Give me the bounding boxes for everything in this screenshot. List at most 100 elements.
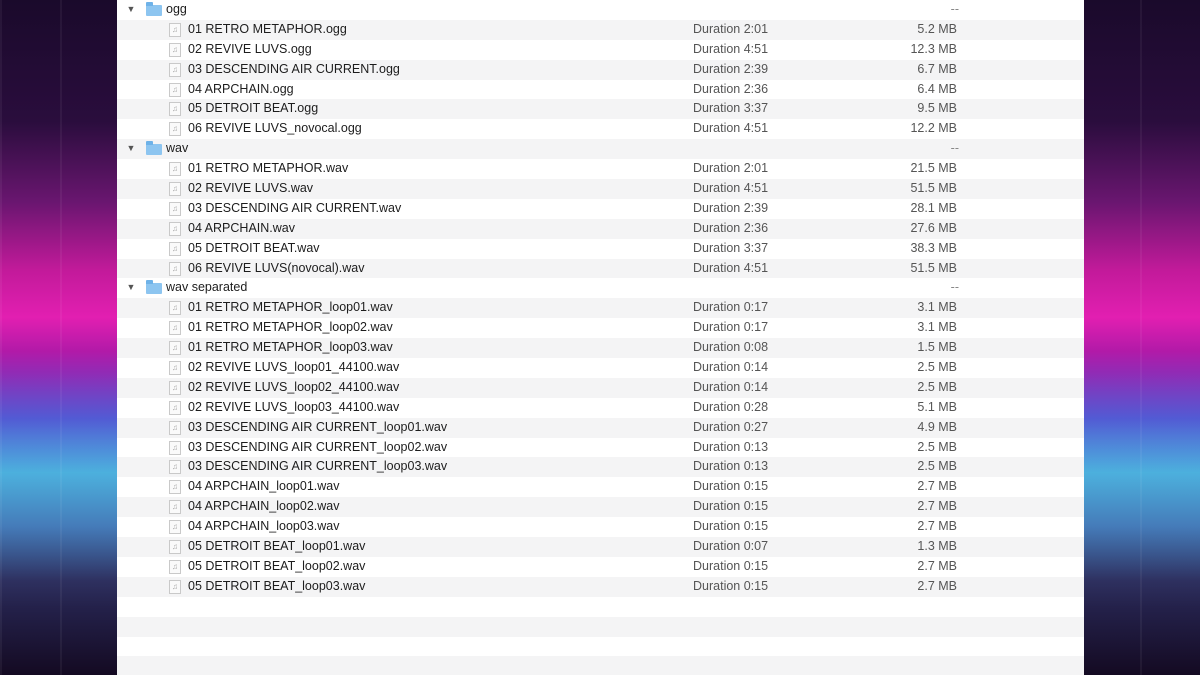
file-name: 02 REVIVE LUVS_loop01_44100.wav (188, 360, 400, 375)
file-row[interactable]: ♫ 03 DESCENDING AIR CURRENT_loop02.wav Dur… (117, 438, 1084, 458)
file-size: 27.6 MB (910, 220, 957, 235)
file-row[interactable]: ♫ 03 DESCENDING AIR CURRENT_loop01.wav Dur… (117, 417, 1084, 438)
disclosure-triangle-icon[interactable]: ▼ (126, 139, 136, 159)
file-size: 2.5 MB (917, 459, 957, 474)
file-row[interactable]: ♫ 05 DETROIT BEAT.wav Duration 3:37 38.3 MB (117, 239, 1084, 259)
audio-file-icon: ♫ (169, 520, 181, 535)
file-name: 04 ARPCHAIN_loop02.wav (188, 499, 340, 514)
file-size: 2.7 MB (917, 499, 957, 514)
file-row[interactable]: ♫ 06 REVIVE LUVS(novocal).wav Duration 4:5… (117, 258, 1084, 279)
file-duration: Duration 4:51 (693, 260, 769, 275)
file-name: 03 DESCENDING AIR CURRENT.ogg (188, 61, 400, 76)
file-size: 51.5 MB (910, 260, 957, 275)
audio-file-icon: ♫ (169, 380, 181, 395)
file-row[interactable]: ♫ 04 ARPCHAIN.wav Duration 2:36 27.6 MB (117, 218, 1084, 239)
file-row[interactable]: ♫ 01 RETRO METAPHOR_loop02.wav Duration 0:… (117, 318, 1084, 338)
file-duration: Duration 0:15 (693, 479, 769, 494)
file-size: 2.7 MB (917, 558, 957, 573)
file-name: 02 REVIVE LUVS.wav (188, 181, 314, 196)
file-row[interactable]: ♫ 04 ARPCHAIN_loop01.wav Duration 0:15 2.7 … (117, 477, 1084, 497)
file-name: 01 RETRO METAPHOR.wav (188, 161, 349, 176)
file-name: 01 RETRO METAPHOR_loop02.wav (188, 320, 393, 335)
file-size: 21.5 MB (910, 161, 957, 176)
file-name: 05 DETROIT BEAT_loop02.wav (188, 558, 366, 573)
file-row[interactable]: ♫ 02 REVIVE LUVS_loop03_44100.wav Duration… (117, 398, 1084, 418)
folder-name: wav separated (166, 280, 248, 295)
file-row[interactable]: ♫ 03 DESCENDING AIR CURRENT.ogg Duration 2… (117, 59, 1084, 80)
file-name: 03 DESCENDING AIR CURRENT_loop01.wav (188, 419, 448, 434)
folder-row[interactable]: ▼ wav separated -- (117, 278, 1084, 298)
folder-size: -- (950, 2, 959, 16)
file-row[interactable]: ♫ 05 DETROIT BEAT.ogg Duration 3:37 9.5 MB (117, 99, 1084, 120)
audio-file-icon: ♫ (169, 82, 181, 97)
file-duration: Duration 0:28 (693, 399, 769, 414)
file-row[interactable]: ♫ 04 ARPCHAIN_loop02.wav Duration 0:15 2.7 … (117, 497, 1084, 518)
file-row[interactable]: ♫ 01 RETRO METAPHOR_loop03.wav Duration 0:… (117, 338, 1084, 359)
file-row[interactable]: ♫ 03 DESCENDING AIR CURRENT_loop03.wav Dur… (117, 457, 1084, 478)
file-size: 1.5 MB (917, 340, 957, 355)
empty-row (117, 637, 1084, 657)
file-name: 04 ARPCHAIN_loop01.wav (188, 479, 340, 494)
file-name: 03 DESCENDING AIR CURRENT.wav (188, 200, 402, 215)
file-row[interactable]: ♫ 02 REVIVE LUVS.wav Duration 4:51 51.5 MB (117, 179, 1084, 199)
audio-file-icon: ♫ (169, 420, 181, 435)
file-name: 06 REVIVE LUVS_novocal.ogg (188, 121, 362, 136)
file-duration: Duration 0:08 (693, 340, 769, 355)
audio-file-icon: ♫ (169, 42, 181, 57)
disclosure-triangle-icon[interactable]: ▼ (126, 278, 136, 298)
file-size: 2.7 MB (917, 578, 957, 593)
folder-icon (146, 141, 162, 156)
folder-name: ogg (166, 2, 187, 16)
file-size: 3.1 MB (917, 320, 957, 335)
audio-file-icon: ♫ (169, 361, 181, 376)
audio-file-icon: ♫ (169, 201, 181, 216)
audio-file-icon: ♫ (169, 221, 181, 236)
file-size: 5.1 MB (917, 399, 957, 414)
file-name: 06 REVIVE LUVS(novocal).wav (188, 260, 365, 275)
audio-file-icon: ♫ (169, 261, 181, 276)
file-row[interactable]: ♫ 01 RETRO METAPHOR.ogg Duration 2:01 5.2 M… (117, 19, 1084, 40)
file-row[interactable]: ♫ 04 ARPCHAIN_loop03.wav Duration 0:15 2.7 … (117, 517, 1084, 537)
file-row[interactable]: ♫ 03 DESCENDING AIR CURRENT.wav Duration 2… (117, 199, 1084, 219)
folder-row[interactable]: ▼ wav -- (117, 139, 1084, 160)
file-row[interactable]: ♫ 02 REVIVE LUVS_loop02_44100.wav Duration… (117, 377, 1084, 398)
file-row[interactable]: ♫ 02 REVIVE LUVS.ogg Duration 4:51 12.3 MB (117, 40, 1084, 60)
file-row[interactable]: ♫ 01 RETRO METAPHOR_loop01.wav Duration 0:… (117, 298, 1084, 319)
file-row[interactable]: ♫ 05 DETROIT BEAT_loop03.wav Duration 0:15… (117, 576, 1084, 597)
file-name: 01 RETRO METAPHOR_loop03.wav (188, 340, 393, 355)
file-size: 51.5 MB (910, 181, 957, 196)
file-duration: Duration 0:15 (693, 578, 769, 593)
file-duration: Duration 2:36 (693, 81, 769, 96)
audio-file-icon: ♫ (169, 500, 181, 515)
file-size: 2.5 MB (917, 360, 957, 375)
file-row[interactable]: ♫ 04 ARPCHAIN.ogg Duration 2:36 6.4 MB (117, 80, 1084, 100)
file-duration: Duration 4:51 (693, 181, 769, 196)
file-size: 9.5 MB (917, 101, 957, 116)
file-name: 05 DETROIT BEAT_loop03.wav (188, 578, 366, 593)
folder-row[interactable]: ▼ ogg -- (117, 0, 1084, 20)
file-size: 12.3 MB (910, 41, 957, 56)
file-size: 5.2 MB (917, 21, 957, 36)
audio-file-icon: ♫ (169, 62, 181, 77)
file-row[interactable]: ♫ 01 RETRO METAPHOR.wav Duration 2:01 21.5 … (117, 159, 1084, 179)
file-duration: Duration 0:15 (693, 519, 769, 534)
folder-name: wav (166, 141, 189, 156)
file-name: 03 DESCENDING AIR CURRENT_loop03.wav (188, 459, 448, 474)
file-name: 03 DESCENDING AIR CURRENT_loop02.wav (188, 439, 448, 454)
file-row[interactable]: ♫ 05 DETROIT BEAT_loop01.wav Duration 0:07… (117, 537, 1084, 557)
file-name: 01 RETRO METAPHOR_loop01.wav (188, 300, 393, 315)
audio-file-icon: ♫ (169, 102, 181, 117)
file-row[interactable]: ♫ 02 REVIVE LUVS_loop01_44100.wav Duration… (117, 358, 1084, 378)
disclosure-triangle-icon[interactable]: ▼ (126, 0, 136, 20)
file-name: 04 ARPCHAIN_loop03.wav (188, 519, 340, 534)
audio-file-icon: ♫ (169, 241, 181, 256)
file-size: 12.2 MB (910, 121, 957, 136)
file-size: 2.7 MB (917, 479, 957, 494)
file-row[interactable]: ♫ 06 REVIVE LUVS_novocal.ogg Duration 4:51… (117, 119, 1084, 139)
file-size: 38.3 MB (910, 240, 957, 255)
audio-file-icon: ♫ (169, 122, 181, 137)
audio-file-icon: ♫ (169, 540, 181, 555)
audio-file-icon: ♫ (169, 301, 181, 316)
file-row[interactable]: ♫ 05 DETROIT BEAT_loop02.wav Duration 0:15… (117, 557, 1084, 577)
audio-file-icon: ♫ (169, 321, 181, 336)
